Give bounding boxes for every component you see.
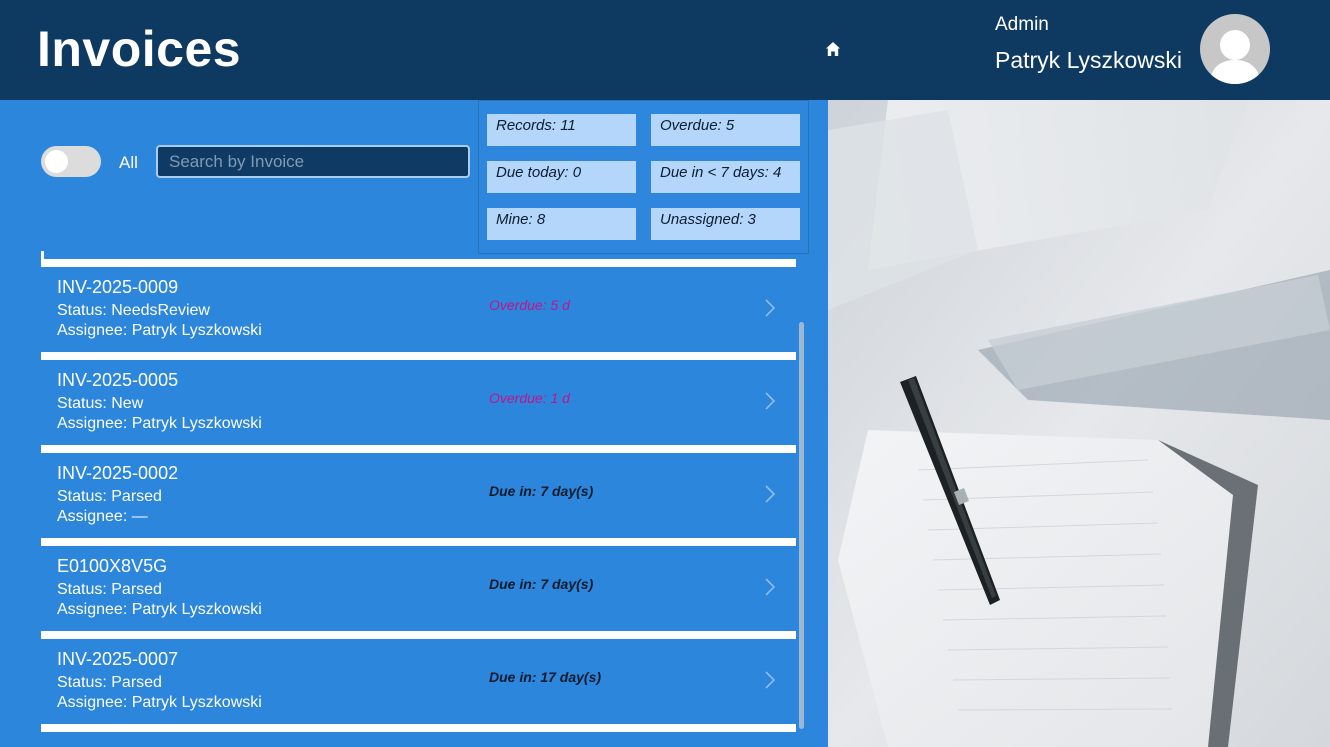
user-role: Admin xyxy=(995,14,1049,35)
decorative-photo-illustration xyxy=(828,100,1330,747)
chevron-right-icon xyxy=(765,299,776,317)
toggle-label: All xyxy=(119,153,138,172)
chevron-right-icon xyxy=(765,392,776,410)
invoice-due: Overdue: 5 d xyxy=(489,297,570,313)
invoice-id: E0100X8V5G xyxy=(57,556,168,576)
user-name: Patryk Lyszkowski xyxy=(995,47,1183,73)
invoice-assignee: Assignee: Patryk Lyszkowski xyxy=(57,601,262,618)
notebook-pen-photo xyxy=(828,100,1330,747)
stat-unassigned: Unassigned: 3 xyxy=(651,208,800,240)
invoice-assignee: Assignee: Patryk Lyszkowski xyxy=(57,694,262,711)
home-icon xyxy=(826,42,840,56)
invoice-status: Status: New xyxy=(57,395,144,412)
stat-due-week: Due in < 7 days: 4 xyxy=(651,161,800,193)
invoice-status: Status: NeedsReview xyxy=(57,302,210,319)
invoice-card[interactable]: E0100X8V5G Status: Parsed Assignee: Patr… xyxy=(41,546,796,631)
stats-panel: Records: 11 Overdue: 5 Due today: 0 Due … xyxy=(478,100,809,254)
toggle-knob xyxy=(45,150,68,173)
invoice-id: INV-2025-0007 xyxy=(57,649,179,669)
list-divider xyxy=(41,631,796,639)
invoice-id: INV-2025-0005 xyxy=(57,370,179,390)
chevron-right-icon xyxy=(765,671,776,689)
invoice-status: Status: Parsed xyxy=(57,488,162,505)
invoice-card[interactable]: INV-2025-0002 Status: Parsed Assignee: —… xyxy=(41,453,796,538)
chevron-right-icon xyxy=(765,485,776,503)
stat-mine: Mine: 8 xyxy=(487,208,636,240)
chevron-right-icon xyxy=(765,578,776,596)
invoice-assignee: Assignee: Patryk Lyszkowski xyxy=(57,415,262,432)
invoice-due: Due in: 17 day(s) xyxy=(489,669,602,685)
stat-overdue: Overdue: 5 xyxy=(651,114,800,146)
invoice-status: Status: Parsed xyxy=(57,674,162,691)
invoice-list-panel: All Records: 11 Overdue: 5 Due today: 0 … xyxy=(0,100,828,747)
invoice-card[interactable]: INV-2025-0005 Status: New Assignee: Patr… xyxy=(41,360,796,445)
page-title: Invoices xyxy=(37,21,242,77)
list-divider xyxy=(41,352,796,360)
invoice-id: INV-2025-0002 xyxy=(57,463,179,483)
invoice-status: Status: Parsed xyxy=(57,581,162,598)
user-avatar-icon xyxy=(1209,30,1261,84)
list-divider xyxy=(41,724,796,732)
home-button[interactable] xyxy=(820,36,846,62)
list-divider xyxy=(41,445,796,453)
list-scrollbar[interactable] xyxy=(799,322,804,729)
search-input[interactable] xyxy=(156,145,470,178)
invoice-card[interactable]: INV-2025-0009 Status: NeedsReview Assign… xyxy=(41,267,796,352)
invoice-assignee: Assignee: Patryk Lyszkowski xyxy=(57,322,262,339)
user-avatar[interactable] xyxy=(1200,14,1270,84)
list-divider xyxy=(41,538,796,546)
all-toggle[interactable] xyxy=(41,146,101,177)
invoice-due: Due in: 7 day(s) xyxy=(489,576,594,592)
invoice-card[interactable]: INV-2025-0007 Status: Parsed Assignee: P… xyxy=(41,639,796,724)
invoice-due: Due in: 7 day(s) xyxy=(489,483,594,499)
app-header: Invoices Admin Patryk Lyszkowski xyxy=(0,0,1330,100)
stat-due-today: Due today: 0 xyxy=(487,161,636,193)
invoice-id: INV-2025-0009 xyxy=(57,277,179,297)
invoice-due: Overdue: 1 d xyxy=(489,390,570,406)
invoice-assignee: Assignee: — xyxy=(57,508,148,525)
stat-records: Records: 11 xyxy=(487,114,636,146)
list-divider xyxy=(41,259,796,267)
